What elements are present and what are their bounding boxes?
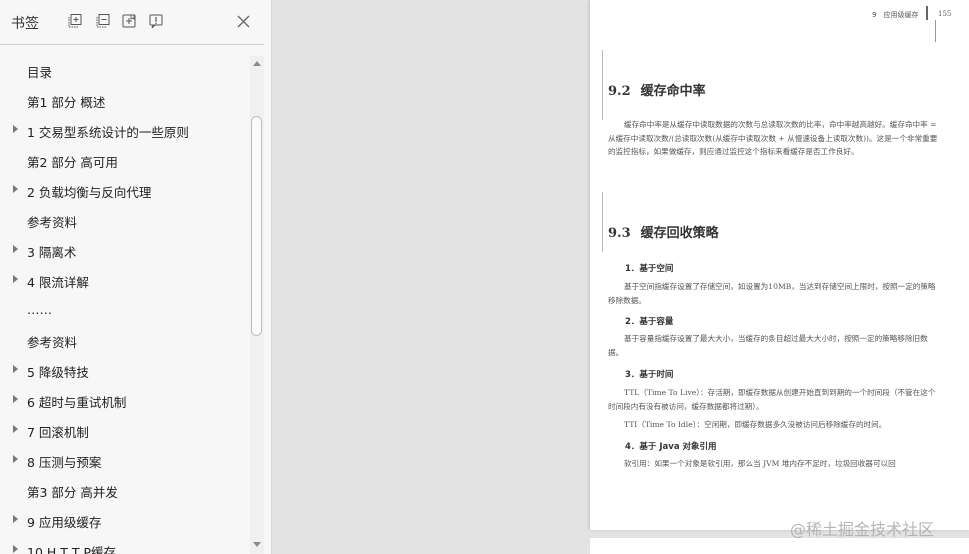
watermark: @稀土掘金技术社区 <box>790 520 935 539</box>
bookmark-item[interactable]: …… <box>0 296 250 324</box>
running-head: 9 应用级缓存 <box>872 11 919 19</box>
expand-arrow-icon[interactable] <box>13 395 18 403</box>
bookmark-panel-header: 书签 <box>0 0 264 45</box>
paragraph: 基于空间指缓存设置了存储空间，如设置为10MB，当达到存储空间上限时，按照一定的… <box>608 282 936 305</box>
close-icon[interactable] <box>236 14 251 29</box>
expand-arrow-icon[interactable] <box>13 185 18 193</box>
bookmark-item[interactable]: 8 压测与预案 <box>0 446 250 474</box>
page-number: 155 <box>938 10 952 18</box>
bookmark-scrollbar[interactable] <box>250 56 264 554</box>
add-bookmark-icon[interactable] <box>121 13 137 29</box>
section-heading: 9.2 缓存命中率 <box>608 84 706 99</box>
expand-all-icon[interactable] <box>67 13 83 29</box>
paragraph: 基于容量指缓存设置了最大大小，当缓存的条目超过最大大小时，按照一定的策略移除旧数… <box>608 334 928 357</box>
collapse-all-icon[interactable] <box>95 13 111 29</box>
scroll-thumb[interactable] <box>251 116 262 336</box>
subsection-heading: 1．基于空间 <box>625 264 674 274</box>
bookmark-item[interactable]: 4 限流详解 <box>0 266 250 294</box>
expand-arrow-icon[interactable] <box>13 245 18 253</box>
paragraph: 缓存命中率是从缓存中读取数据的次数与总读取次数的比率，命中率越高越好。缓存命中率… <box>608 120 938 156</box>
expand-arrow-icon[interactable] <box>13 545 18 553</box>
bookmark-tree: 目录 第1 部分 概述 1 交易型系统设计的一些原则 第2 部分 高可用 2 负… <box>0 56 250 554</box>
bookmark-item[interactable]: 第2 部分 高可用 <box>0 146 250 174</box>
bookmark-panel-title: 书签 <box>11 16 39 32</box>
next-page <box>590 538 969 554</box>
expand-arrow-icon[interactable] <box>13 455 18 463</box>
expand-arrow-icon[interactable] <box>13 275 18 283</box>
bookmark-item[interactable]: 2 负载均衡与反向代理 <box>0 176 250 204</box>
bookmark-item[interactable]: 第3 部分 高并发 <box>0 476 250 504</box>
subsection-heading: 3．基于时间 <box>625 370 674 380</box>
bookmark-item[interactable]: 3 隔离术 <box>0 236 250 264</box>
bookmark-item[interactable]: 参考资料 <box>0 206 250 234</box>
scroll-up-icon[interactable] <box>253 61 261 66</box>
document-viewer[interactable]: 9 应用级缓存 155 9.2 缓存命中率 缓存命中率是从缓存中读取数据的次数与总… <box>273 0 969 554</box>
paragraph: 软引用：如果一个对象是软引用，那么当 JVM 堆内存不足时，垃圾回收器可以回 <box>624 459 896 468</box>
bookmark-item[interactable]: 1 交易型系统设计的一些原则 <box>0 116 250 144</box>
bookmark-panel: 书签 目录 第1 部分 概述 1 交易型系统设计的一些原则 第2 部分 高可用 … <box>0 0 272 554</box>
section-rule <box>602 50 603 120</box>
section-rule <box>602 192 603 252</box>
expand-arrow-icon[interactable] <box>13 365 18 373</box>
running-head-bar <box>926 6 928 20</box>
expand-arrow-icon[interactable] <box>13 515 18 523</box>
subsection-heading: 2．基于容量 <box>625 317 674 327</box>
bookmark-item[interactable]: 第1 部分 概述 <box>0 86 250 114</box>
scroll-down-icon[interactable] <box>253 542 261 547</box>
bookmark-item[interactable]: 10 H T T P缓存 <box>0 536 250 554</box>
page-edge-mark <box>935 20 936 42</box>
bookmark-item[interactable]: 5 降级特技 <box>0 356 250 384</box>
section-heading: 9.3 缓存回收策略 <box>608 226 719 241</box>
expand-arrow-icon[interactable] <box>13 425 18 433</box>
bookmark-item[interactable]: 6 超时与重试机制 <box>0 386 250 414</box>
bookmark-item[interactable]: 参考资料 <box>0 326 250 354</box>
bookmark-settings-icon[interactable] <box>148 13 164 29</box>
paragraph: TTI（Time To Idle）：空闲期，即缓存数据多久没被访问后移除缓存的时… <box>624 420 887 429</box>
expand-arrow-icon[interactable] <box>13 125 18 133</box>
bookmark-item[interactable]: 9 应用级缓存 <box>0 506 250 534</box>
paragraph: TTL（Time To Live）：存活期，即缓存数据从创建开始直到到期的一个时… <box>608 388 936 411</box>
document-page: 9 应用级缓存 155 9.2 缓存命中率 缓存命中率是从缓存中读取数据的次数与总… <box>590 0 969 530</box>
subsection-heading: 4．基于 Java 对象引用 <box>625 442 717 452</box>
bookmark-item[interactable]: 7 回滚机制 <box>0 416 250 444</box>
bookmark-item[interactable]: 目录 <box>0 56 250 84</box>
